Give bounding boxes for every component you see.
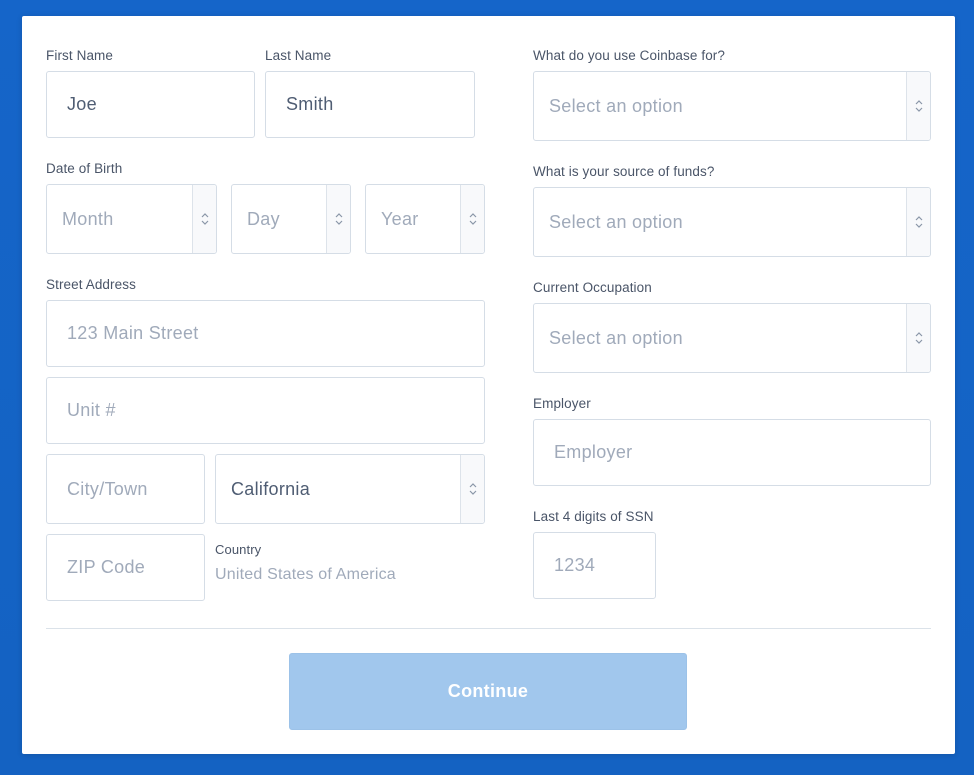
day-select[interactable]: Day	[231, 184, 351, 254]
form-card: First Name Joe Last Name Smith Date of B…	[22, 16, 955, 754]
last-name-label: Last Name	[265, 48, 332, 63]
coinbase-use-stepper[interactable]	[906, 72, 930, 140]
last-name-input[interactable]: Smith	[265, 71, 475, 138]
chevron-up-down-icon	[915, 332, 922, 344]
country-value: United States of America	[215, 566, 396, 583]
unit-placeholder: Unit #	[67, 400, 116, 420]
city-placeholder: City/Town	[67, 478, 148, 499]
employer-label: Employer	[533, 396, 591, 411]
occupation-placeholder: Select an option	[549, 327, 683, 348]
employer-input[interactable]: Employer	[533, 419, 931, 486]
month-select[interactable]: Month	[46, 184, 217, 254]
chevron-up-down-icon	[201, 213, 208, 225]
zip-input[interactable]: ZIP Code	[46, 534, 205, 601]
month-stepper[interactable]	[192, 185, 216, 253]
source-of-funds-placeholder: Select an option	[549, 211, 683, 232]
occupation-select[interactable]: Select an option	[533, 303, 931, 373]
chevron-up-down-icon	[335, 213, 342, 225]
continue-button[interactable]: Continue	[289, 653, 687, 730]
first-name-label: First Name	[46, 48, 114, 63]
zip-placeholder: ZIP Code	[67, 557, 146, 577]
country-label: Country	[215, 542, 262, 557]
year-stepper[interactable]	[460, 185, 484, 253]
coinbase-use-select[interactable]: Select an option	[533, 71, 931, 141]
occupation-stepper[interactable]	[906, 304, 930, 372]
source-of-funds-stepper[interactable]	[906, 188, 930, 256]
day-stepper[interactable]	[326, 185, 350, 253]
employer-placeholder: Employer	[554, 442, 633, 462]
state-value: California	[231, 478, 311, 499]
street-input[interactable]: 123 Main Street	[46, 300, 485, 367]
coinbase-use-placeholder: Select an option	[549, 95, 683, 116]
occupation-label: Current Occupation	[533, 280, 652, 295]
ssn-placeholder: 1234	[554, 555, 596, 575]
unit-input[interactable]: Unit #	[46, 377, 485, 444]
ssn-label: Last 4 digits of SSN	[533, 509, 654, 524]
chevron-up-down-icon	[915, 100, 922, 112]
city-input[interactable]: City/Town	[46, 454, 205, 524]
last-name-value: Smith	[286, 94, 334, 114]
source-of-funds-label: What is your source of funds?	[533, 164, 715, 179]
first-name-value: Joe	[67, 94, 97, 114]
ssn-input[interactable]: 1234	[533, 532, 656, 599]
divider	[46, 628, 931, 629]
coinbase-use-label: What do you use Coinbase for?	[533, 48, 726, 63]
first-name-input[interactable]: Joe	[46, 71, 255, 138]
street-address-label: Street Address	[46, 277, 136, 292]
date-of-birth-label: Date of Birth	[46, 161, 123, 176]
source-of-funds-select[interactable]: Select an option	[533, 187, 931, 257]
street-placeholder: 123 Main Street	[67, 323, 199, 343]
year-select[interactable]: Year	[365, 184, 485, 254]
chevron-up-down-icon	[469, 213, 476, 225]
state-stepper[interactable]	[460, 455, 484, 523]
chevron-up-down-icon	[469, 483, 476, 495]
state-select[interactable]: California	[215, 454, 485, 524]
chevron-up-down-icon	[915, 216, 922, 228]
